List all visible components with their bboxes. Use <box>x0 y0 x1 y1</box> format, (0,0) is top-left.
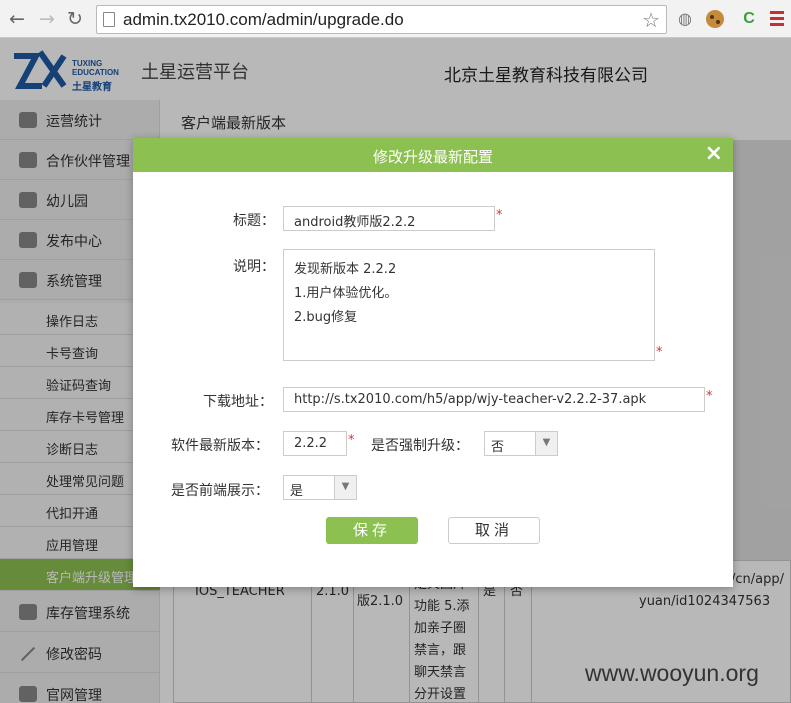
page-icon <box>103 12 115 27</box>
globe-icon[interactable]: ◍ <box>674 8 696 30</box>
close-icon[interactable]: × <box>705 141 723 166</box>
save-button[interactable]: 保存 <box>326 517 418 544</box>
watermark: www.wooyun.org <box>585 660 759 686</box>
show-frontend-value: 是 <box>290 484 304 499</box>
cookie-icon[interactable] <box>706 10 724 28</box>
version-label: 软件最新版本： <box>171 438 269 454</box>
browser-toolbar: ← → ↻ admin.tx2010.com/admin/upgrade.do … <box>0 0 791 38</box>
dialog-header: 修改升级最新配置 × <box>133 138 733 172</box>
show-frontend-label: 是否前端展示： <box>171 483 269 499</box>
edit-upgrade-dialog: 修改升级最新配置 × 标题： android教师版2.2.2 * 说明： 发现新… <box>133 138 733 587</box>
bookmark-star-icon[interactable]: ☆ <box>642 8 660 32</box>
title-label: 标题： <box>233 213 275 229</box>
show-frontend-select[interactable]: 是 ▼ <box>283 475 357 500</box>
description-textarea[interactable]: 发现新版本 2.2.2 1.用户体验优化。 2.bug修复 <box>283 249 655 361</box>
chevron-down-icon: ▼ <box>334 476 356 499</box>
force-upgrade-select[interactable]: 否 ▼ <box>484 431 558 456</box>
address-bar[interactable]: admin.tx2010.com/admin/upgrade.do ☆ <box>96 5 667 34</box>
force-upgrade-label: 是否强制升级： <box>371 438 469 454</box>
download-url-input[interactable]: http://s.tx2010.com/h5/app/wjy-teacher-v… <box>283 387 705 412</box>
title-input[interactable]: android教师版2.2.2 <box>283 206 495 231</box>
arrow-right-icon[interactable]: → <box>36 6 58 32</box>
url-text[interactable]: admin.tx2010.com/admin/upgrade.do <box>123 10 404 30</box>
required-mark: * <box>348 433 355 448</box>
version-input[interactable]: 2.2.2 <box>283 431 347 456</box>
cancel-button[interactable]: 取消 <box>448 517 540 544</box>
description-label: 说明： <box>233 259 275 275</box>
required-mark: * <box>706 389 713 404</box>
force-upgrade-value: 否 <box>491 440 505 455</box>
dialog-title: 修改升级最新配置 <box>372 148 493 166</box>
chevron-down-icon: ▼ <box>535 432 557 455</box>
download-url-label: 下载地址： <box>203 394 273 410</box>
required-mark: * <box>656 345 663 360</box>
reload-icon[interactable]: ↻ <box>64 6 86 32</box>
menu-icon[interactable] <box>770 8 784 30</box>
arrow-left-icon[interactable]: ← <box>6 6 28 32</box>
extension-c-icon[interactable]: C <box>738 8 760 30</box>
required-mark: * <box>496 208 503 223</box>
